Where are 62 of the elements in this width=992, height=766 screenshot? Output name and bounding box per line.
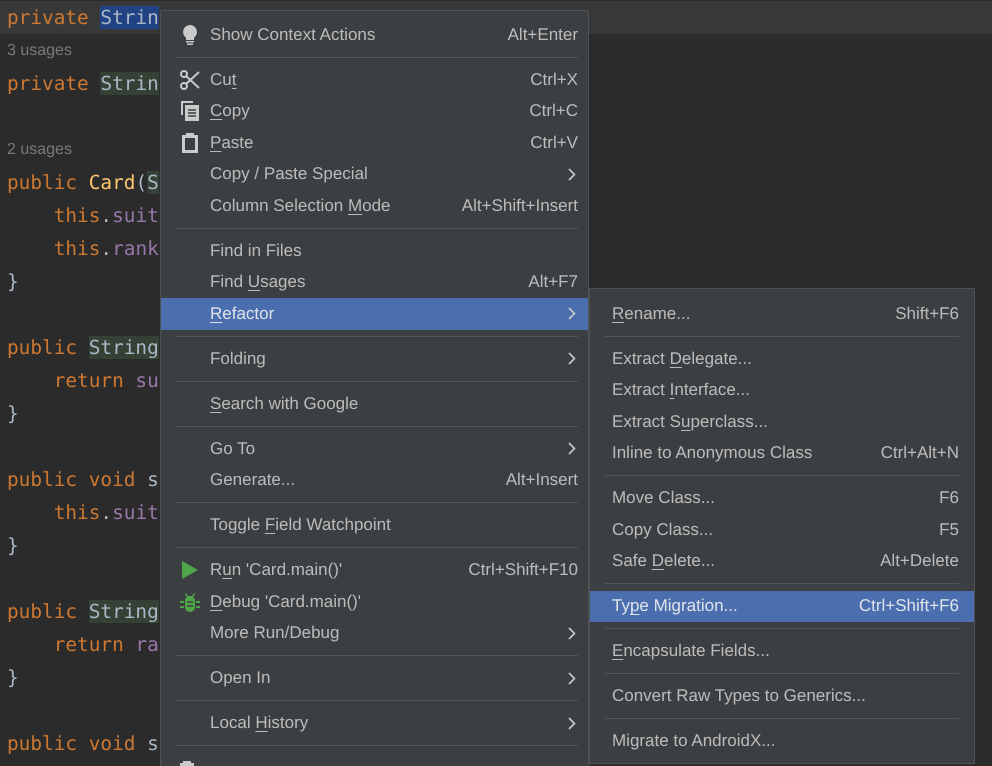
code-line: public void s [7,466,159,492]
menu-item[interactable]: Type Migration... Ctrl+Shift+F6 [590,590,974,622]
code-line: return su [52,368,159,394]
code-line: } [7,268,19,294]
menu-item[interactable]: Convert Raw Types to Generics... [590,680,974,712]
code-line: public String [7,334,159,360]
scissors-icon [180,70,200,90]
menu-item[interactable]: Local History [161,708,588,739]
menu-item[interactable]: Run 'Card.main()' Ctrl+Shift+F10 [161,554,588,586]
menu-item[interactable]: Find in Files [161,235,588,266]
menu-item[interactable]: More Run/Debug [161,618,588,649]
menu-item[interactable]: Extract Interface... [590,374,974,406]
menu-item[interactable]: Folding [161,343,588,374]
menu-item[interactable]: Copy Class... F5 [590,514,974,546]
menu-item[interactable]: Refactor [161,298,588,330]
menu-item[interactable]: Encapsulate Fields... [590,636,974,667]
menu-item[interactable]: Search with Google [161,388,588,420]
usages-hint[interactable]: 2 usages [7,140,72,158]
menu-item[interactable]: Rename... Shift+F6 [590,298,974,330]
code-line: } [7,532,19,558]
menu-item[interactable]: Debug 'Card.main()' [161,586,588,618]
code-line: } [7,664,19,690]
menu-item[interactable]: Inline to Anonymous Class Ctrl+Alt+N [590,438,974,469]
code-line: this.rank [52,236,159,262]
chevron-icon [568,672,576,685]
menu-item[interactable]: Safe Delete... Alt+Delete [590,546,974,577]
menu-item[interactable]: Paste Ctrl+V [161,127,588,158]
menu-item[interactable]: Toggle Field Watchpoint [161,510,588,541]
usages-hint[interactable]: 3 usages [7,42,72,60]
code-line: public String [7,598,159,624]
code-line: public void s [7,730,159,756]
menu-item[interactable]: Open In [161,662,588,694]
menu-item[interactable]: Cut Ctrl+X [161,64,588,96]
menu-item[interactable]: Extract Superclass... [590,406,974,438]
menu-item[interactable]: Show Context Actions Alt+Enter [161,19,588,50]
chevron-icon [568,307,576,320]
bug-icon [180,592,200,612]
code-line: this.suit [52,500,159,526]
play-icon [182,561,198,580]
menu-item[interactable]: Go To [161,433,588,464]
menu-item[interactable]: Column Selection Mode Alt+Shift+Insert [161,190,588,222]
code-line: private Strin [7,4,159,30]
menu-item[interactable]: Move Class... F6 [590,482,974,514]
clipboard-icon [182,132,198,153]
code-line: this.suit [52,202,159,228]
code-line: return ra [52,632,159,658]
chevron-icon [568,626,576,640]
lightbulb-icon [183,24,197,45]
chevron-icon [568,716,576,730]
menu-item[interactable]: Find Usages Alt+F7 [161,266,588,298]
menu-item[interactable]: Generate... Alt+Insert [161,464,588,496]
chevron-icon [568,352,576,366]
code-line: } [7,400,19,426]
menu-item[interactable]: Extract Delegate... [590,343,974,374]
menu-item[interactable]: Migrate to AndroidX... [590,726,974,757]
menu-item[interactable]: Copy Ctrl+C [161,96,588,127]
code-line: private Strin [7,70,159,96]
chevron-icon [568,168,576,181]
code-line: public Card(S [7,170,159,196]
menu-item[interactable]: Copy / Paste Special [161,158,588,190]
copy-icon [181,101,199,122]
chevron-icon [568,442,576,456]
